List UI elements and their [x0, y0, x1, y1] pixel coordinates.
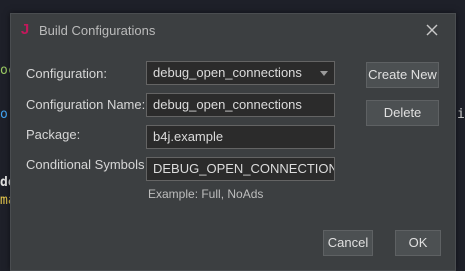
close-button[interactable]	[421, 19, 443, 41]
configuration-label: Configuration:	[26, 66, 107, 81]
build-configurations-dialog: J Build Configurations Configuration: de…	[10, 13, 456, 271]
conditional-symbols-label: Conditional Symbols	[26, 157, 145, 172]
dialog-titlebar: J Build Configurations	[11, 14, 455, 47]
app-logo-icon: J	[20, 21, 30, 38]
chevron-down-icon	[320, 71, 328, 76]
conditional-symbols-field[interactable]: DEBUG_OPEN_CONNECTIONS	[146, 157, 335, 181]
delete-button[interactable]: Delete	[366, 100, 439, 126]
dialog-title: Build Configurations	[39, 23, 156, 38]
configuration-select-value: debug_open_connections	[153, 65, 302, 80]
package-field[interactable]: b4j.example	[146, 125, 335, 149]
configuration-name-label: Configuration Name:	[26, 97, 146, 112]
configuration-name-field[interactable]: debug_open_connections	[146, 93, 335, 117]
create-new-button[interactable]: Create New	[366, 62, 439, 88]
package-label: Package:	[26, 127, 81, 142]
cancel-button[interactable]: Cancel	[323, 230, 373, 256]
conditional-symbols-hint: Example: Full, NoAds	[148, 187, 264, 201]
configuration-select[interactable]: debug_open_connections	[146, 61, 335, 85]
ok-button[interactable]: OK	[395, 230, 441, 256]
code-fragment: i	[457, 107, 465, 122]
close-icon	[426, 24, 438, 36]
